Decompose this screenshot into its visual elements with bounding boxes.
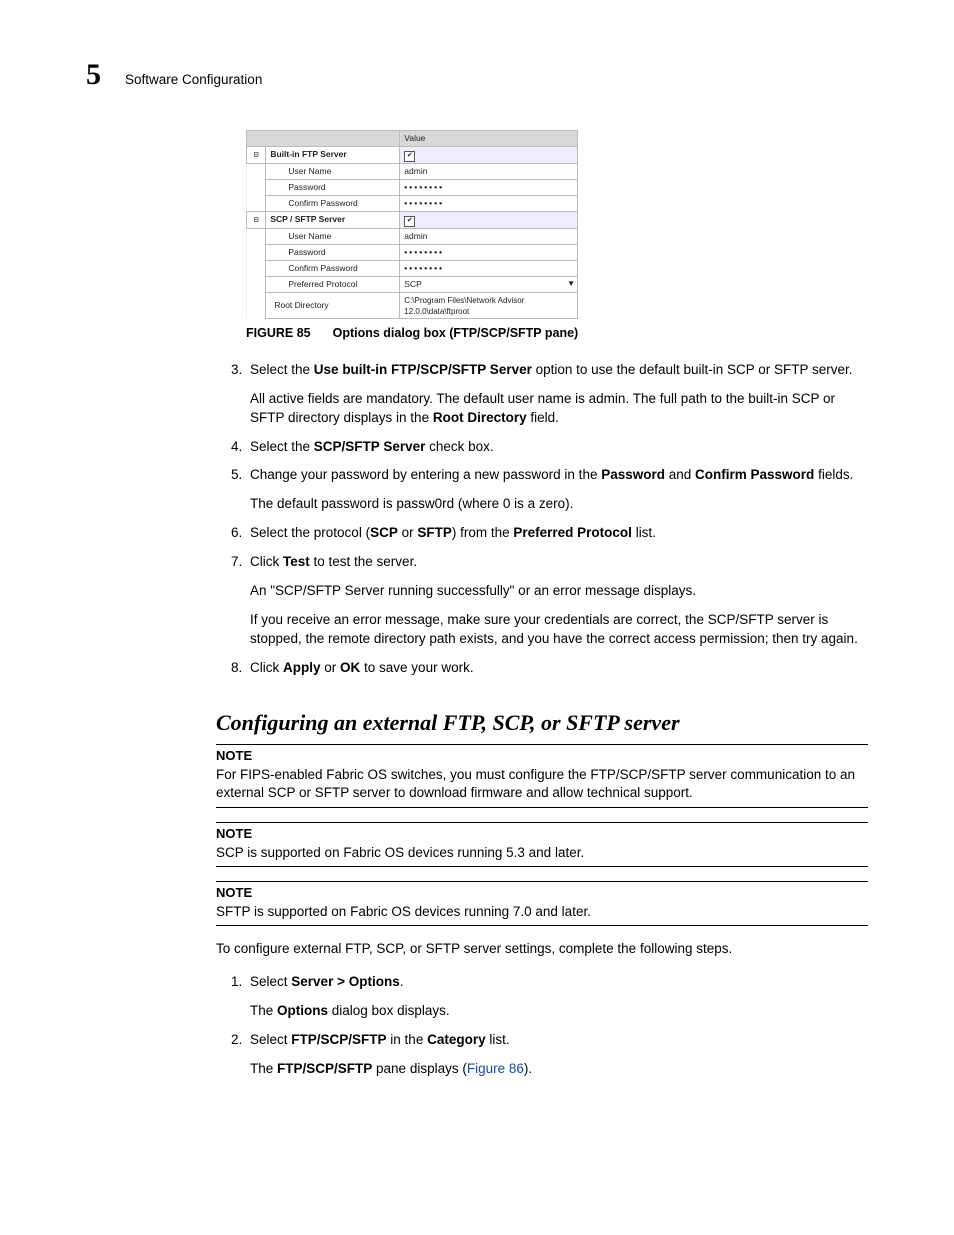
procedure-list-1: Select the Use built-in FTP/SCP/SFTP Ser… <box>216 361 868 678</box>
row-key: Confirm Password <box>266 196 400 212</box>
row-val: admin <box>400 229 578 245</box>
step2-1: Select Server > Options. The Options dia… <box>246 973 868 1021</box>
note-label: NOTE <box>216 747 868 765</box>
intro-paragraph: To configure external FTP, SCP, or SFTP … <box>216 940 868 959</box>
note-rule-top <box>216 822 868 823</box>
note-rule-top <box>216 881 868 882</box>
note-label: NOTE <box>216 825 868 843</box>
group-scp-sftp: SCP / SFTP Server <box>266 212 400 229</box>
step-8: Click Apply or OK to save your work. <box>246 659 868 678</box>
row-val: •••••••• <box>400 245 578 261</box>
row-key: Root Directory <box>266 293 400 319</box>
figure-85-screenshot: Value ⊟ Built-in FTP Server ✔ User Namea… <box>246 130 868 319</box>
chapter-number: 5 <box>86 60 101 90</box>
checkbox-icon: ✔ <box>404 216 415 227</box>
row-key: User Name <box>266 164 400 180</box>
row-key: Confirm Password <box>266 261 400 277</box>
row-val: •••••••• <box>400 261 578 277</box>
collapse-icon: ⊟ <box>247 147 266 164</box>
section-heading-configuring-external: Configuring an external FTP, SCP, or SFT… <box>216 708 868 739</box>
note-body-2: SCP is supported on Fabric OS devices ru… <box>216 844 868 863</box>
step-7: Click Test to test the server. An "SCP/S… <box>246 553 868 649</box>
step-4: Select the SCP/SFTP Server check box. <box>246 438 868 457</box>
figure-86-link[interactable]: Figure 86 <box>467 1061 524 1076</box>
page-header: 5 Software Configuration <box>86 60 868 90</box>
step-6: Select the protocol (SCP or SFTP) from t… <box>246 524 868 543</box>
row-key: Preferred Protocol <box>266 277 400 293</box>
row-val: •••••••• <box>400 180 578 196</box>
checkbox-icon: ✔ <box>404 151 415 162</box>
procedure-list-2: Select Server > Options. The Options dia… <box>216 973 868 1079</box>
row-val-dropdown: SCP▼ <box>400 277 578 293</box>
note-body-3: SFTP is supported on Fabric OS devices r… <box>216 903 868 922</box>
step2-2: Select FTP/SCP/SFTP in the Category list… <box>246 1031 868 1079</box>
note-rule-bottom <box>216 866 868 867</box>
table-header-value: Value <box>400 131 578 147</box>
note-label: NOTE <box>216 884 868 902</box>
row-val: •••••••• <box>400 196 578 212</box>
row-key: Password <box>266 245 400 261</box>
note-rule-bottom <box>216 925 868 926</box>
note-rule-bottom <box>216 807 868 808</box>
step-3: Select the Use built-in FTP/SCP/SFTP Ser… <box>246 361 868 428</box>
collapse-icon: ⊟ <box>247 212 266 229</box>
figure-caption: FIGURE 85 Options dialog box (FTP/SCP/SFT… <box>246 325 868 343</box>
row-key: Password <box>266 180 400 196</box>
row-val: C:\Program Files\Network Advisor 12.0.0\… <box>400 293 578 319</box>
row-val: admin <box>400 164 578 180</box>
group-builtin-ftp: Built-in FTP Server <box>266 147 400 164</box>
figure-caption-text: Options dialog box (FTP/SCP/SFTP pane) <box>333 326 579 340</box>
step-5: Change your password by entering a new p… <box>246 466 868 514</box>
note-rule-top <box>216 744 868 745</box>
note-body-1: For FIPS-enabled Fabric OS switches, you… <box>216 766 868 804</box>
chapter-title: Software Configuration <box>125 71 262 90</box>
row-key: User Name <box>266 229 400 245</box>
figure-caption-label: FIGURE 85 <box>246 326 311 340</box>
chevron-down-icon: ▼ <box>567 278 575 289</box>
